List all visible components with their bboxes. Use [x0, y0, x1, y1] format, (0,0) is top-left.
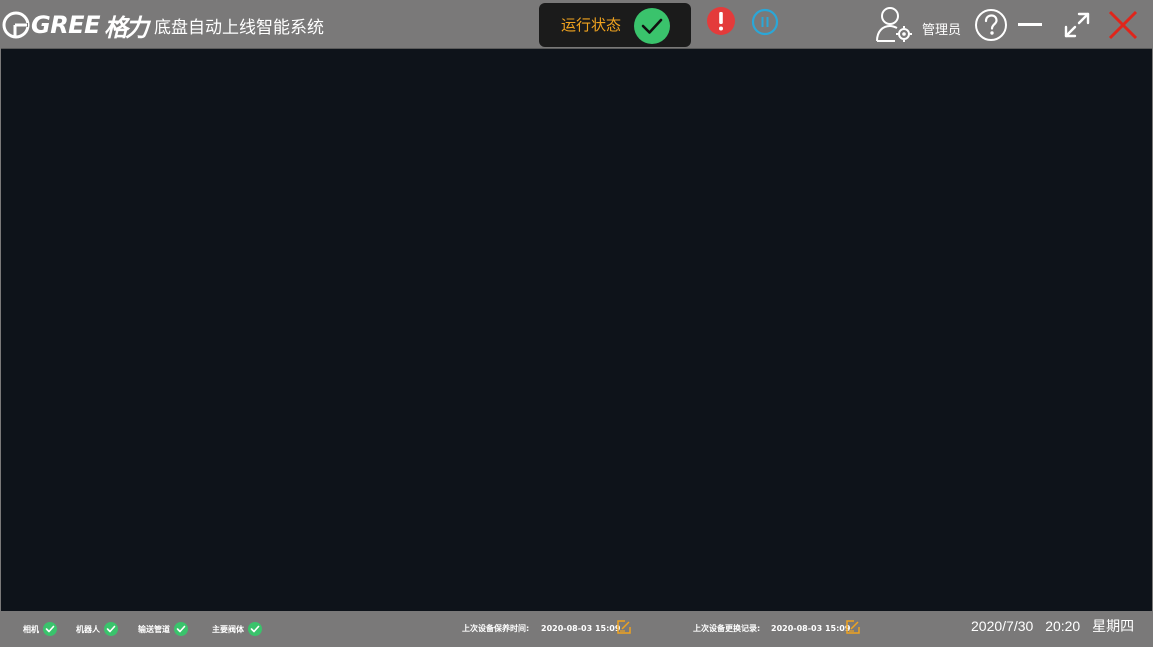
device-label: 主要阀体 [212, 624, 244, 634]
clock-date: 2020/7/30 [971, 618, 1034, 634]
edit-icon[interactable] [845, 619, 861, 635]
run-status-indicator: 运行状态 [539, 3, 691, 47]
check-icon [174, 622, 188, 636]
gree-logo: GREE 格力 [2, 8, 149, 42]
device-status-camera: 相机 [23, 621, 57, 637]
edit-icon[interactable] [616, 619, 632, 635]
title-bar: GREE 格力 底盘自动上线智能系统 运行状态 管理员 [0, 0, 1153, 48]
status-ok-icon [634, 8, 670, 44]
gree-logo-mark [2, 11, 30, 39]
device-status-robot: 机器人 [76, 621, 118, 637]
device-label: 机器人 [76, 624, 100, 634]
replacement-label: 上次设备更换记录: [693, 624, 761, 633]
run-status-label: 运行状态 [561, 16, 622, 34]
check-icon [43, 622, 57, 636]
maximize-icon[interactable] [1060, 8, 1094, 42]
maintenance-time: 2020-08-03 15:09 [541, 624, 621, 633]
minimize-icon[interactable] [1016, 10, 1044, 38]
main-content-area [1, 48, 1152, 611]
help-icon[interactable] [974, 8, 1008, 42]
replacement-time: 2020-08-03 15:09 [771, 624, 851, 633]
brand-name: GREE [31, 11, 100, 39]
check-icon [248, 622, 262, 636]
device-status-valve: 主要阀体 [212, 621, 262, 637]
pause-icon[interactable] [751, 8, 779, 36]
device-label: 相机 [23, 624, 39, 634]
device-status-conveyor: 输送管道 [138, 621, 188, 637]
close-icon[interactable] [1106, 8, 1140, 42]
clock-time: 20:20 [1045, 618, 1081, 634]
clock-weekday: 星期四 [1092, 618, 1135, 634]
check-icon [104, 622, 118, 636]
user-settings-icon[interactable] [874, 5, 914, 43]
app-title: 底盘自动上线智能系统 [154, 18, 324, 38]
brand-script: 格力 [103, 12, 149, 42]
status-footer: 相机 机器人 输送管道 主要阀体 上次设备保养时间: 2020-08-03 15… [0, 611, 1153, 647]
device-label: 输送管道 [138, 624, 170, 634]
clock: 2020/7/30 20:20 星期四 [971, 617, 1142, 635]
alarm-icon[interactable] [707, 7, 735, 35]
user-role-label[interactable]: 管理员 [922, 23, 961, 39]
maintenance-label: 上次设备保养时间: [462, 624, 530, 633]
